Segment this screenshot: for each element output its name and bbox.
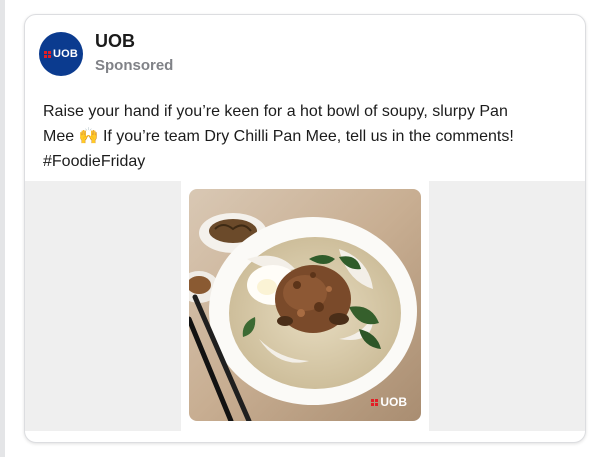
left-divider: [0, 0, 5, 457]
post-body-line-2: Mee 🙌 If you’re team Dry Chilli Pan Mee,…: [43, 128, 514, 145]
page: UOB UOB Sponsored Raise your hand if you…: [0, 0, 602, 457]
post-body-line-1: Raise your hand if you’re keen for a hot…: [43, 103, 508, 120]
uob-logo-icon[interactable]: UOB: [39, 32, 83, 76]
pan-mee-photo: [189, 189, 421, 421]
sponsored-label: Sponsored: [95, 57, 174, 74]
media-container: UOB: [25, 181, 585, 431]
post-body: Raise your hand if you’re keen for a hot…: [43, 99, 573, 174]
sponsored-post-card: UOB UOB Sponsored Raise your hand if you…: [24, 14, 586, 443]
post-image[interactable]: UOB: [189, 189, 421, 421]
header-text: UOB Sponsored: [95, 31, 173, 77]
watermark-text: UOB: [380, 395, 407, 409]
author-name[interactable]: UOB: [95, 31, 173, 51]
post-body-line-3[interactable]: #FoodieFriday: [43, 149, 573, 174]
uob-watermark: UOB: [371, 395, 407, 409]
post-header: UOB UOB Sponsored: [39, 31, 173, 77]
uob-mark-icon: [43, 50, 51, 58]
media-frame: UOB: [181, 181, 429, 431]
avatar-text: UOB: [52, 48, 79, 60]
uob-watermark-icon: [371, 398, 379, 406]
